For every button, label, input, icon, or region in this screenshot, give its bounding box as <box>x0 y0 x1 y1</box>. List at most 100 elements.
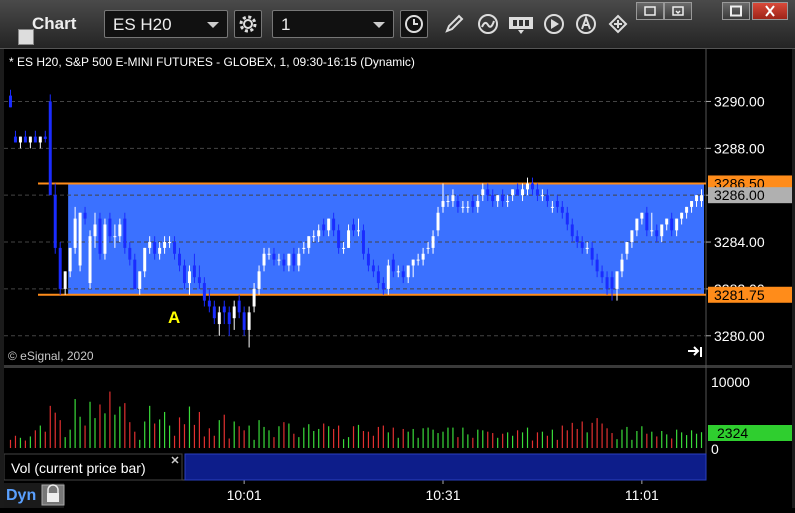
play-button[interactable] <box>540 10 568 38</box>
bar-body <box>277 259 281 261</box>
bar-body <box>590 247 594 260</box>
chart-header: * ES H20, S&P 500 E-MINI FUTURES - GLOBE… <box>9 55 415 69</box>
bar-body <box>138 271 142 289</box>
bar-body <box>615 271 619 289</box>
bar-body <box>267 253 271 255</box>
bar-body <box>570 224 574 237</box>
bar-body <box>486 189 490 196</box>
bar-body <box>93 224 97 237</box>
bar-body <box>610 277 614 289</box>
volume-current-label: 2324 <box>717 425 748 441</box>
bar-body <box>521 189 525 196</box>
bar-body <box>252 288 256 307</box>
restore-icon <box>672 6 684 16</box>
bar-body <box>530 183 534 190</box>
maximize-button[interactable] <box>722 2 750 20</box>
chevron-down-icon <box>207 22 219 28</box>
bar-body <box>585 247 589 249</box>
bar-body <box>187 271 191 284</box>
bar-body <box>471 201 475 207</box>
bar-body <box>675 218 679 231</box>
bar-body <box>227 312 231 325</box>
bar-body <box>103 224 107 254</box>
bar-body <box>98 218 102 254</box>
volume-max-label: 10000 <box>711 374 750 390</box>
bar-body <box>18 136 22 143</box>
bar-body <box>545 195 549 202</box>
bar-body <box>153 242 157 254</box>
bar-body <box>516 189 520 196</box>
bar-body <box>670 218 674 231</box>
bar-body <box>421 253 425 260</box>
bar-body <box>128 247 132 260</box>
bar-body <box>48 101 52 196</box>
bar-body <box>317 230 321 237</box>
draw-tools-button[interactable] <box>440 10 468 38</box>
chart-area: 3290.003288.003286.003284.003282.003280.… <box>3 49 792 508</box>
link-button[interactable] <box>604 10 632 38</box>
settings-button[interactable] <box>234 10 262 38</box>
scroll-to-end-button[interactable] <box>684 346 704 362</box>
bar-body <box>13 136 17 143</box>
bar-body <box>88 236 92 284</box>
alert-button[interactable] <box>572 10 600 38</box>
bar-body <box>620 259 624 272</box>
bar-body <box>650 230 654 232</box>
bar-body <box>451 195 455 202</box>
bar-body <box>466 206 470 208</box>
bar-body <box>197 277 201 284</box>
bar-body <box>630 230 634 243</box>
bar-body <box>287 253 291 266</box>
bar-body <box>327 218 331 231</box>
bar-body <box>302 247 306 249</box>
bar-body <box>416 259 420 261</box>
bar-body <box>8 95 12 108</box>
bar-body <box>118 224 122 237</box>
price-bar <box>123 212 127 254</box>
toolbar: Chart ES H20 1 <box>0 0 795 49</box>
dyn-footer[interactable]: Dyn <box>4 483 65 508</box>
bar-body <box>700 195 704 202</box>
study-input-strip[interactable] <box>184 453 707 481</box>
tile-button[interactable] <box>664 2 692 20</box>
get-data-button[interactable] <box>506 10 536 38</box>
close-button[interactable] <box>752 2 788 20</box>
range-band <box>68 183 704 295</box>
price-bar <box>58 242 62 295</box>
bar-body <box>23 136 27 143</box>
bar-body <box>307 236 311 248</box>
bar-body <box>352 224 356 231</box>
interval-value: 1 <box>281 15 291 34</box>
bar-body <box>540 195 544 197</box>
chart-svg[interactable]: 3290.003288.003286.003284.003282.003280.… <box>3 49 792 508</box>
price-bar <box>48 94 52 196</box>
restore-button[interactable] <box>636 2 664 20</box>
bar-body <box>376 271 380 284</box>
bar-body <box>386 265 390 289</box>
bar-body <box>33 136 37 143</box>
bar-body <box>192 265 196 278</box>
time-template-button[interactable] <box>400 10 428 38</box>
bar-body <box>381 283 385 289</box>
bar-body <box>535 189 539 196</box>
bar-body <box>247 312 251 330</box>
alert-icon <box>576 14 596 34</box>
bar-body <box>356 230 360 232</box>
bar-body <box>600 271 604 278</box>
pane-divider[interactable] <box>4 365 792 368</box>
bar-body <box>73 218 77 248</box>
price-bar <box>78 212 82 272</box>
volume-study-label[interactable]: Vol (current price bar) <box>3 453 183 481</box>
bar-body <box>292 253 296 266</box>
bar-body <box>640 212 644 219</box>
clock-icon <box>405 15 423 33</box>
bar-body <box>207 300 211 307</box>
bar-body <box>396 271 400 273</box>
interval-combo[interactable]: 1 <box>272 10 394 38</box>
annotation-label: A <box>168 308 180 327</box>
symbol-combo[interactable]: ES H20 <box>104 10 228 38</box>
bar-body <box>58 247 62 289</box>
bar-body <box>262 253 266 266</box>
pencil-icon <box>445 14 464 33</box>
studies-button[interactable] <box>474 10 502 38</box>
